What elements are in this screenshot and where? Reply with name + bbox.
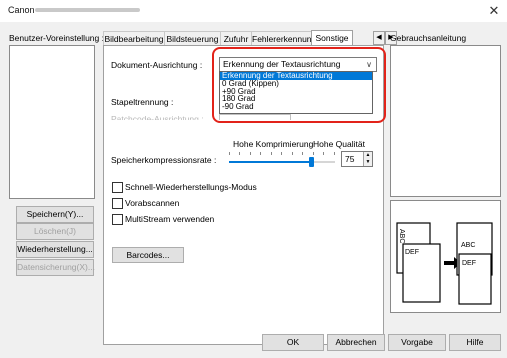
compression-value: 75 [345,154,355,164]
compression-slider[interactable] [229,152,335,170]
restore-button[interactable]: Wiederherstellung... [16,241,94,258]
ok-button[interactable]: OK [262,334,324,351]
help-button[interactable]: Hilfe [449,334,501,351]
default-button[interactable]: Vorgabe [388,334,446,351]
tab-scroll-arrows: ◀ ▶ [373,31,397,45]
manual-panel [390,45,501,197]
quick-recovery-label: Schnell-Wiederherstellungs-Modus [125,182,257,192]
tab-bildbearbeitung[interactable]: Bildbearbeitung [103,31,165,46]
stapel-label: Stapeltrennung : [111,97,174,107]
cancel-button[interactable]: Abbrechen [327,334,385,351]
patchcode-label: Patchcode-Ausrichtung : [111,114,204,120]
quick-recovery-checkbox[interactable] [112,182,123,193]
barcodes-button[interactable]: Barcodes... [112,247,184,263]
delete-preset-button[interactable]: Löschen(J) [16,223,94,240]
spinner-up-icon[interactable]: ▲ [364,152,372,159]
illustration-panel: ABC DEF ABC DEF [390,200,501,313]
compression-left-label: Hohe Komprimierung [233,139,314,149]
user-preset-label: Benutzer-Voreinstellung : [9,33,104,43]
blurred-title-text [35,8,140,12]
compression-right-label: Hohe Qualität [313,139,365,149]
illustration-right-text2: DEF [462,260,476,267]
manual-label: Gebrauchsanleitung [390,33,467,43]
tab-zufuhr[interactable]: Zufuhr [220,31,252,46]
prescan-label: Vorabscannen [125,198,180,208]
compression-spinner[interactable]: 75 ▲ ▼ [341,151,373,167]
multistream-checkbox[interactable] [112,214,123,225]
backup-button[interactable]: Datensicherung(X)... [16,259,95,276]
prescan-checkbox[interactable] [112,198,123,209]
slider-thumb[interactable] [309,157,315,167]
save-preset-button[interactable]: Speichern(Y)... [16,206,94,223]
orientation-illustration: ABC DEF ABC DEF [396,222,493,305]
slider-fill [229,161,312,163]
window-title: Canon [8,5,35,15]
highlight-frame [212,47,386,123]
illustration-left-text: ABC [398,229,405,243]
compression-label: Speicherkompressionsrate : [111,155,217,165]
illustration-right-text: ABC [461,242,475,249]
illustration-left-text2: DEF [405,249,419,256]
close-icon[interactable]: ✕ [485,3,503,19]
spinner-down-icon[interactable]: ▼ [364,159,372,166]
title-bar: Canon ✕ [0,0,507,22]
user-preset-list[interactable] [9,45,95,199]
tab-bildsteuerung[interactable]: Bildsteuerung [164,31,221,46]
patchcode-select[interactable] [219,114,291,120]
multistream-label: MultiStream verwenden [125,214,215,224]
tab-prev-icon[interactable]: ◀ [373,31,385,45]
tab-fehlererkennung[interactable]: Fehlererkennung [251,31,316,46]
doc-orientation-label: Dokument-Ausrichtung : [111,60,203,70]
